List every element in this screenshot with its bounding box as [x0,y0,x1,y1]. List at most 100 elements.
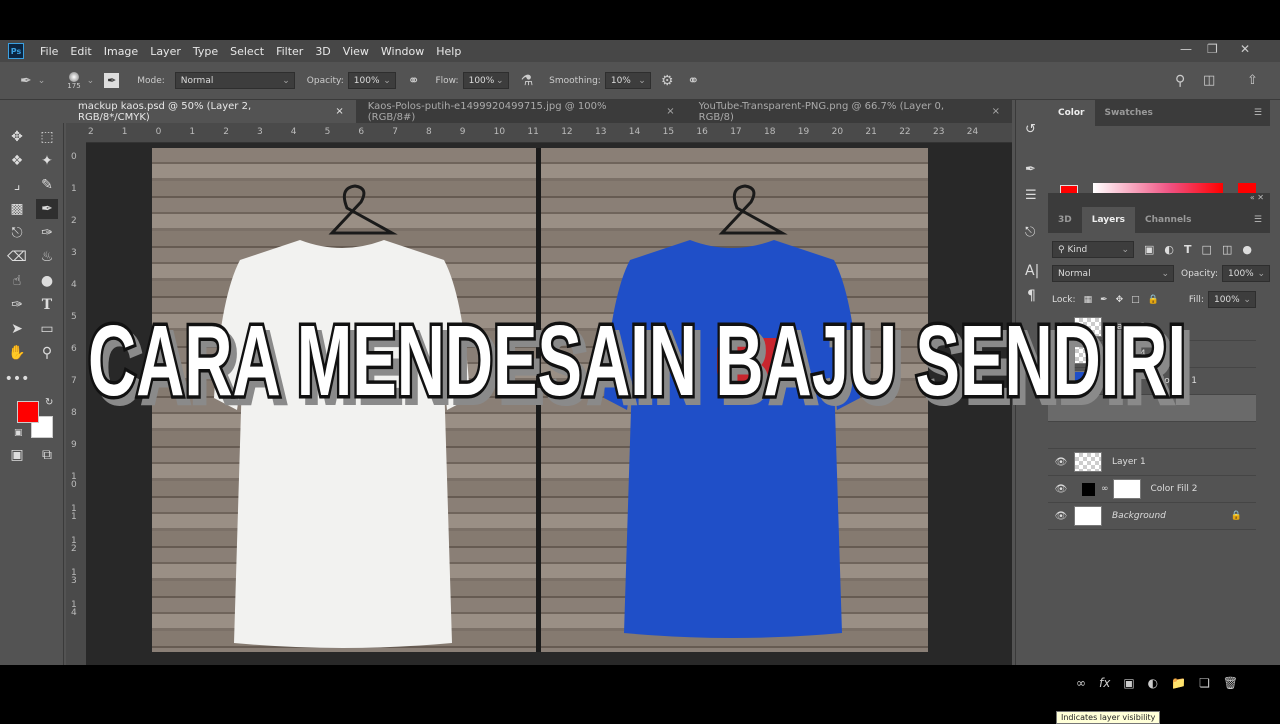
eraser-icon[interactable]: ⌫ [6,247,28,267]
pressure-opacity-icon[interactable]: ⚭ [408,73,420,89]
menu-window[interactable]: Window [381,45,424,58]
rectangle-tool-icon[interactable]: ▭ [36,319,58,339]
menu-edit[interactable]: Edit [70,45,91,58]
hand-tool-icon[interactable]: ✋ [6,343,28,363]
layer-row[interactable]: 👁 ∞ Color Fill 2 [1048,476,1256,503]
opacity-input[interactable]: 100% ⌄ [347,72,396,89]
brush-settings-icon[interactable]: ✒ [1025,162,1036,177]
filter-shape-icon[interactable]: □ [1202,243,1212,256]
folder-icon[interactable]: 📁 [1171,676,1186,690]
layer-opacity-input[interactable]: 100% ⌄ [1222,265,1270,282]
healing-brush-icon[interactable]: ▩ [6,199,28,219]
dodge-icon[interactable]: ● [36,271,58,291]
swap-colors-icon[interactable]: ↻ [45,397,53,408]
color-current-swatch[interactable] [1238,183,1256,193]
workspace-icon[interactable]: ◫ [1203,73,1215,88]
layer-row[interactable] [1048,422,1256,449]
menu-filter[interactable]: Filter [276,45,303,58]
lock-position-icon[interactable]: ✥ [1116,295,1124,305]
panel-collapse-bar[interactable]: « ✕ [1048,193,1270,207]
crop-tool-icon[interactable]: ⌟ [6,175,28,195]
eye-icon[interactable]: 👁 [1048,484,1074,495]
magic-wand-icon[interactable]: ✦ [36,151,58,171]
layer-row[interactable]: 👁 Layer 1 [1048,449,1256,476]
smudge-icon[interactable]: ☝ [6,271,28,291]
tab-mackup-kaos[interactable]: mackup kaos.psd @ 50% (Layer 2, RGB/8*/C… [66,100,356,123]
restore-icon[interactable]: ❐ [1207,42,1218,56]
paragraph-icon[interactable]: ¶ [1027,288,1036,304]
airbrush-icon[interactable]: ⚗ [521,73,534,89]
tab-3d[interactable]: 3D [1048,207,1082,233]
quick-mask-icon[interactable]: ▣ [6,445,28,465]
default-colors-icon[interactable]: ▣ [14,428,23,438]
menu-3d[interactable]: 3D [315,45,330,58]
brush-tool-icon[interactable]: ✒ [20,73,32,89]
lock-artboard-icon[interactable]: □ [1131,295,1140,305]
tab-swatches[interactable]: Swatches [1095,100,1163,126]
screen-mode-icon[interactable]: ⧉ [36,445,58,465]
menu-file[interactable]: File [40,45,58,58]
menu-select[interactable]: Select [230,45,264,58]
close-icon[interactable]: ✕ [1240,42,1250,56]
lock-pixels-icon[interactable]: ✒ [1100,295,1108,305]
tab-color[interactable]: Color [1048,100,1095,126]
smoothing-input[interactable]: 10% ⌄ [604,72,651,89]
fill-input[interactable]: 100% ⌄ [1207,291,1256,308]
menu-image[interactable]: Image [104,45,138,58]
eye-icon[interactable]: 👁 [1048,457,1074,468]
clone-source-icon[interactable]: ⎋ [1025,225,1035,240]
layer-row[interactable]: 👁 Background 🔒 [1048,503,1256,530]
close-tab-icon[interactable]: × [666,106,674,117]
history-brush-icon[interactable]: ✑ [36,223,58,243]
tab-layers[interactable]: Layers [1081,207,1136,233]
filter-toggle[interactable]: ● [1242,243,1252,256]
gear-icon[interactable]: ⚙ [661,73,674,89]
panel-menu-icon[interactable]: ☰ [1254,100,1270,126]
history-icon[interactable]: ↺ [1025,122,1036,137]
zoom-tool-icon[interactable]: ⚲ [36,343,58,363]
new-layer-icon[interactable]: ❏ [1199,676,1210,690]
stamp-tool-icon[interactable]: ⎋ [6,223,28,243]
pen-tool-icon[interactable]: ✑ [6,295,28,315]
add-mask-icon[interactable]: ▣ [1123,676,1134,690]
marquee-tool-icon[interactable]: ⬚ [36,127,58,147]
menu-view[interactable]: View [343,45,369,58]
adjustments-icon[interactable]: ☰ [1025,188,1037,203]
lock-all-icon[interactable]: 🔒 [1148,295,1159,305]
type-tool-icon[interactable]: T [36,295,58,315]
tab-youtube-png[interactable]: YouTube-Transparent-PNG.png @ 66.7% (Lay… [687,100,1012,123]
color-ramp[interactable] [1093,183,1223,193]
more-tools-icon[interactable]: ••• [5,369,30,389]
lasso-tool-icon[interactable]: ❖ [6,151,28,171]
filter-smart-object-icon[interactable]: ◫ [1222,243,1232,256]
pressure-size-icon[interactable]: ⚭ [687,73,699,89]
menu-type[interactable]: Type [193,45,218,58]
close-tab-icon[interactable]: × [992,106,1000,117]
tab-channels[interactable]: Channels [1135,207,1201,233]
link-layers-icon[interactable]: ∞ [1076,676,1086,690]
filter-adjustment-icon[interactable]: ◐ [1164,243,1174,256]
filter-pixel-icon[interactable]: ▣ [1144,243,1154,256]
blend-mode-select[interactable]: Normal ⌄ [1052,265,1174,282]
brush-preset-picker[interactable]: 175 [67,71,81,90]
share-icon[interactable]: ⇧ [1247,73,1258,88]
eye-icon[interactable]: 👁 [1048,511,1074,522]
fx-icon[interactable]: fx [1099,676,1110,690]
brush-tool-icon[interactable]: ✒ [36,199,58,219]
brush-settings-icon[interactable]: ✒ [104,73,120,88]
eyedropper-icon[interactable]: ✎ [36,175,58,195]
paint-bucket-icon[interactable]: ♨ [36,247,58,267]
move-tool-icon[interactable]: ✥ [6,127,28,147]
adjustment-layer-icon[interactable]: ◐ [1148,676,1158,690]
menu-layer[interactable]: Layer [150,45,181,58]
filter-type-icon[interactable]: T [1184,243,1192,256]
close-tab-icon[interactable]: × [335,106,343,117]
panel-menu-icon[interactable]: ☰ [1254,207,1270,233]
flow-input[interactable]: 100% ⌄ [462,72,509,89]
minimize-icon[interactable]: — [1180,42,1192,56]
lock-transparency-icon[interactable]: ▦ [1084,295,1093,305]
mode-select[interactable]: Normal ⌄ [174,72,295,89]
layer-filter-select[interactable]: ⚲ Kind ⌄ [1052,241,1134,258]
foreground-color-swatch[interactable] [17,401,39,423]
trash-icon[interactable]: 🗑 [1223,676,1238,690]
